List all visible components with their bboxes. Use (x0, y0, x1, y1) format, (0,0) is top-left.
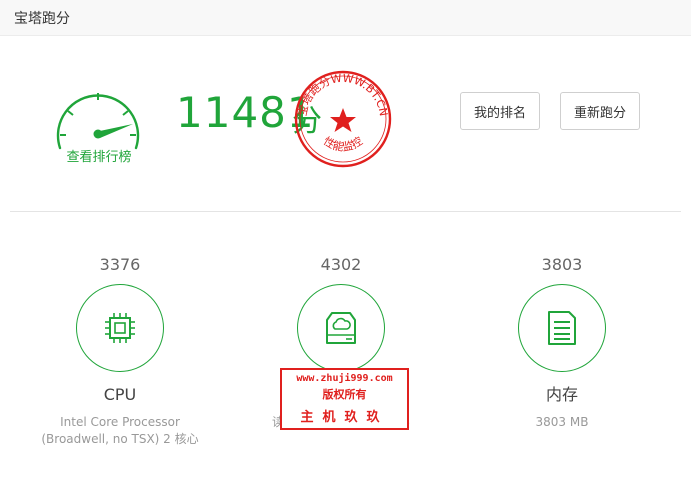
cpu-icon-circle (76, 284, 164, 372)
svg-text:性能监控: 性能监控 (321, 134, 365, 154)
cpu-detail: Intel Core Processor (Broadwell, no TSX)… (41, 415, 199, 446)
watermark-site: 主机玖玖 (300, 410, 389, 425)
cpu-icon (105, 313, 135, 343)
watermark-url: www.zhuji999.com (296, 373, 393, 384)
memory-card: 3803 内存 3803 MB (462, 254, 662, 431)
my-rank-button[interactable]: 我的排名 (460, 92, 540, 130)
window-titlebar: 宝塔跑分 (0, 0, 691, 36)
window-title: 宝塔跑分 (14, 11, 70, 27)
memory-icon (548, 311, 576, 345)
watermark-stamp: www.zhuji999.com 版权所有 主机玖玖 (280, 368, 409, 430)
memory-detail: 3803 MB (535, 415, 589, 429)
leaderboard-link[interactable]: 查看排行榜 (52, 146, 146, 165)
cpu-label: CPU (103, 385, 137, 404)
memory-icon-circle (518, 284, 606, 372)
section-divider (10, 211, 681, 212)
memory-score: 3803 (541, 255, 583, 274)
memory-label: 内存 (545, 385, 578, 404)
cpu-card: 3376 CPU Intel Core Processor (Broadwell… (20, 254, 220, 448)
stamp-text-bottom: 性能监控 (321, 134, 365, 154)
bt-stamp-seal: 宝塔跑分WWW.BT.CN 性能监控 (294, 70, 392, 168)
rerun-benchmark-button[interactable]: 重新跑分 (560, 92, 640, 130)
watermark-rights: 版权所有 (322, 388, 367, 401)
disk-icon (326, 312, 356, 344)
disk-icon-circle (297, 284, 385, 372)
disk-score: 4302 (320, 255, 362, 274)
cpu-score: 3376 (99, 255, 141, 274)
